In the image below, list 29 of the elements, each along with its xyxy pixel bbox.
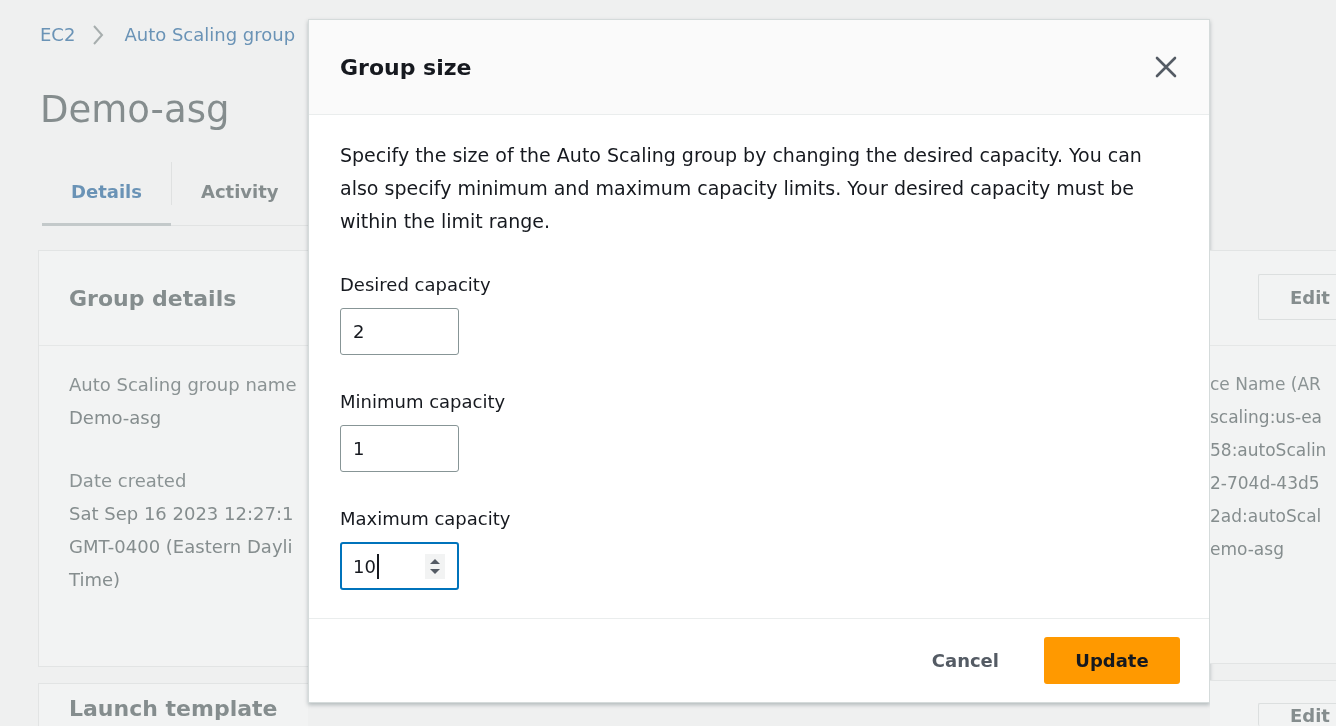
edit-button[interactable]: Edit [1258,274,1336,320]
field-value: Demo-asg [69,406,163,430]
field-value: Sat Sep 16 2023 12:27:1 GMT-0400 (Eastern Dayli Time) [69,502,295,592]
breadcrumb-link[interactable]: EC2 [40,23,76,47]
breadcrumb-link[interactable]: Auto Scaling group [124,23,296,47]
field-label: Auto Scaling group name [69,373,298,397]
chevron-right-icon [92,24,105,46]
card-title: Launch template [69,696,279,721]
update-button[interactable]: Update [1044,637,1180,684]
dialog-description: Specify the size of the Auto Scaling group by changing the desired capacity. You can also specify minimum and maximum capacity limits. Your desired capacity must be within the limit range. [340,143,1143,234]
tab[interactable]: Activity [171,160,308,226]
field-label: Maximum capacity [340,507,512,531]
field-label: ce Name (AR [1210,373,1322,396]
field-label: Desired capacity [340,273,492,297]
page-title: Demo-asg [40,88,231,132]
tab[interactable]: Details [42,160,171,226]
number-input[interactable]: 1 [340,425,459,472]
card-title: Group details [69,285,237,311]
cancel-button[interactable]: Cancel [910,638,1020,683]
stepper-icon[interactable] [425,553,445,579]
dialog-title: Group size [340,54,472,80]
field-value: scaling:us-ea 58:autoScalin 2-704d-43d5 2ad:autoScal emo-asg [1210,406,1328,561]
field-label: Minimum capacity [340,390,507,414]
text-cursor-icon [376,553,379,579]
field-label: Date created [69,469,188,493]
number-input[interactable]: 10 [340,542,459,590]
edit-button[interactable]: Edit [1258,703,1336,726]
number-input[interactable]: 2 [340,308,459,355]
close-icon [1155,56,1177,78]
